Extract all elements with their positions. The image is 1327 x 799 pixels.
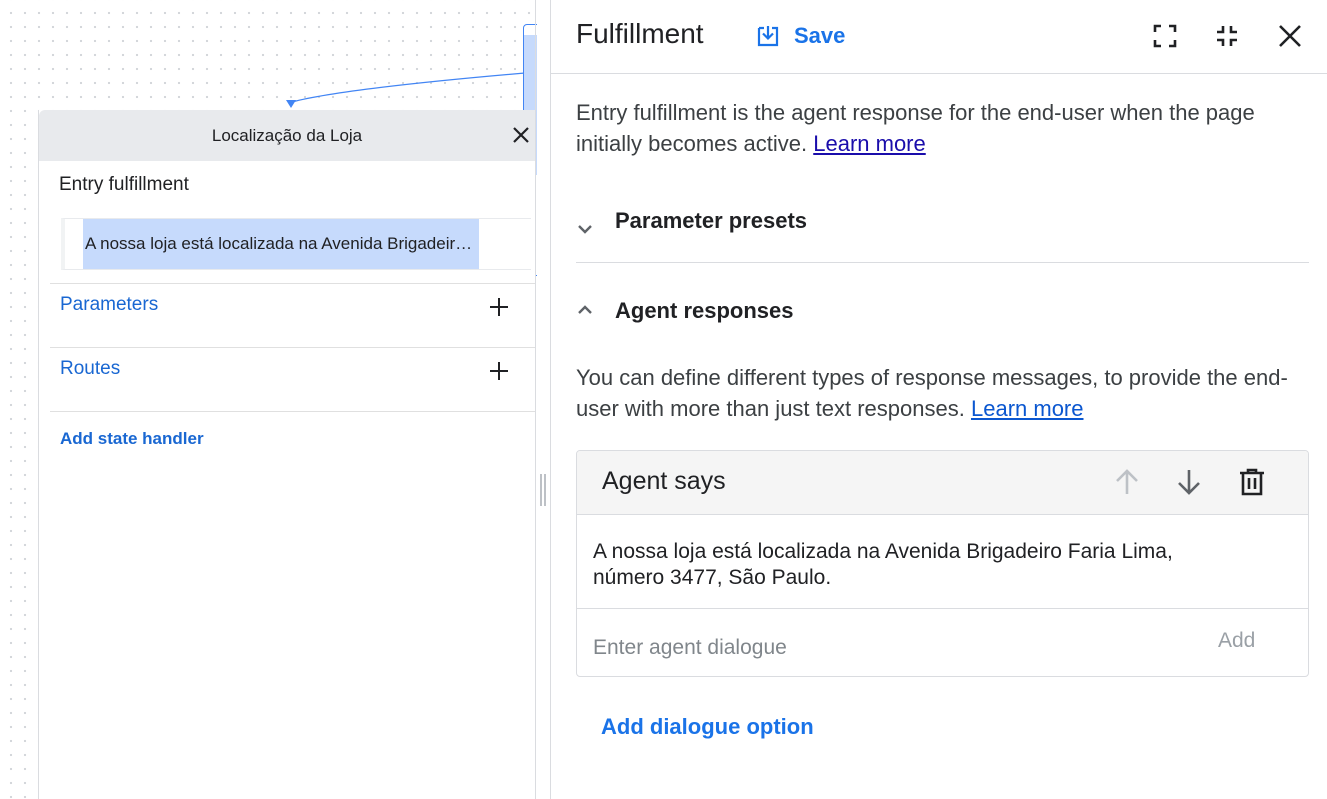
save-button[interactable]: Save: [756, 18, 845, 54]
save-icon: [757, 26, 779, 47]
page-node[interactable]: Localização da Loja Entry fulfillment A …: [38, 110, 536, 799]
agent-says-header: Agent says: [577, 451, 1308, 515]
fulfillment-description: Entry fulfillment is the agent response …: [576, 97, 1296, 159]
parameters-label: Parameters: [60, 294, 159, 315]
responses-learn-more-link[interactable]: Learn more: [971, 396, 1084, 421]
agent-responses-section[interactable]: Agent responses: [576, 288, 1309, 338]
canvas-border: [535, 0, 536, 799]
agent-response-text[interactable]: A nossa loja está localizada na Avenida …: [593, 539, 1233, 591]
routes-label: Routes: [60, 358, 121, 379]
row-divider: [50, 411, 536, 412]
plus-icon[interactable]: [488, 360, 510, 382]
collapse-icon[interactable]: [1213, 22, 1241, 50]
arrow-up-icon[interactable]: [1112, 467, 1142, 497]
arrow-down-icon[interactable]: [1174, 467, 1204, 497]
agent-response-item[interactable]: A nossa loja está localizada na Avenida …: [577, 515, 1308, 609]
learn-more-link[interactable]: Learn more: [813, 131, 926, 156]
fulfillment-panel: Fulfillment Save Entry fulfillment is th…: [551, 0, 1327, 799]
parameter-presets-title[interactable]: Parameter presets: [615, 208, 807, 234]
panel-title: Fulfillment: [576, 18, 704, 49]
chevron-down-icon[interactable]: [576, 220, 594, 238]
fullscreen-icon[interactable]: [1151, 22, 1179, 50]
panel-resize-handle[interactable]: [537, 0, 551, 799]
flow-canvas[interactable]: Localização da Loja Entry fulfillment A …: [0, 0, 537, 799]
entry-fulfillment-label: Entry fulfillment: [59, 174, 189, 195]
chevron-up-icon[interactable]: [576, 301, 594, 319]
entry-preview-text: A nossa loja está localizada na Avenida …: [83, 219, 479, 269]
responses-description-text: You can define different types of respon…: [576, 365, 1288, 421]
agent-dialogue-input[interactable]: [593, 633, 1153, 663]
agent-responses-title[interactable]: Agent responses: [615, 298, 794, 324]
parameter-presets-section[interactable]: Parameter presets: [576, 198, 1309, 263]
close-icon[interactable]: [1276, 22, 1304, 50]
responses-description: You can define different types of respon…: [576, 362, 1316, 424]
page-node-header[interactable]: Localização da Loja: [39, 110, 535, 161]
close-icon[interactable]: [509, 123, 533, 147]
agent-says-card: Agent says A nossa loja está localizada …: [576, 450, 1309, 677]
add-dialogue-option-button[interactable]: Add dialogue option: [601, 714, 814, 740]
entry-fulfillment-preview[interactable]: A nossa loja está localizada na Avenida …: [61, 218, 531, 270]
plus-icon[interactable]: [488, 296, 510, 318]
drag-grip-icon[interactable]: [540, 474, 546, 506]
add-state-handler-link[interactable]: Add state handler: [60, 429, 204, 449]
add-dialogue-button[interactable]: Add: [1218, 629, 1255, 653]
panel-header: Fulfillment Save: [551, 0, 1327, 74]
page-node-title: Localização da Loja: [211, 125, 363, 145]
delete-icon[interactable]: [1237, 467, 1267, 497]
save-label: Save: [794, 23, 846, 48]
transition-edge: [286, 72, 526, 108]
agent-says-title: Agent says: [602, 467, 726, 495]
routes-row[interactable]: Routes: [50, 347, 536, 411]
parameters-row[interactable]: Parameters: [50, 283, 536, 347]
